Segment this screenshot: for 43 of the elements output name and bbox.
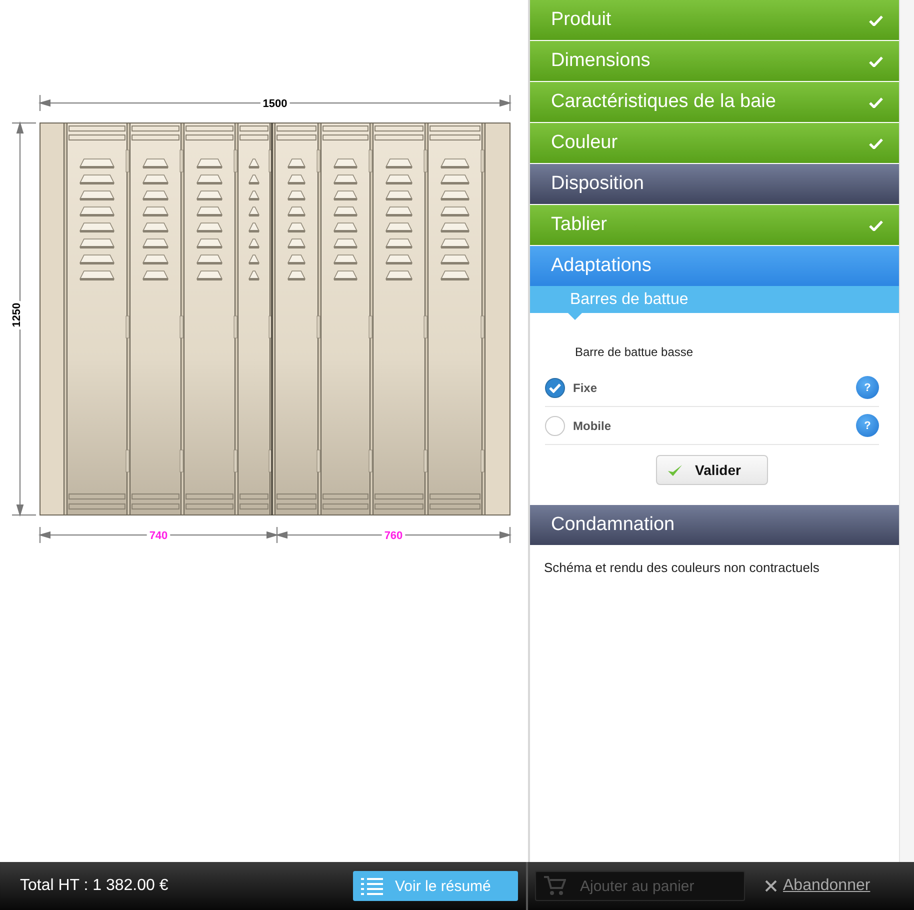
pointer-arrow xyxy=(568,313,582,320)
validate-button[interactable]: Valider xyxy=(656,455,768,485)
step-header[interactable]: Adaptations xyxy=(530,246,900,286)
cancel-link[interactable]: Abandonner xyxy=(783,877,870,895)
dimension-label: 1500 xyxy=(262,98,288,110)
radio-button[interactable] xyxy=(545,416,565,436)
list-icon xyxy=(361,877,383,895)
step-title: Tablier xyxy=(551,214,607,236)
step-title: Dimensions xyxy=(551,50,650,72)
step-header[interactable]: Condamnation xyxy=(530,505,900,546)
step-title: Produit xyxy=(551,9,612,31)
disclaimer-text: Schéma et rendu des couleurs non contractuels xyxy=(543,559,820,577)
check-icon xyxy=(667,464,684,476)
option-label: Fixe xyxy=(573,380,598,394)
check-icon xyxy=(869,96,884,108)
step-header[interactable]: Tablier xyxy=(530,205,900,246)
step-title: Couleur xyxy=(551,132,618,154)
total-price: Total HT : 1 382.00 € xyxy=(20,877,168,895)
option-label: Mobile xyxy=(573,418,612,432)
check-icon xyxy=(869,14,884,26)
substep-header[interactable]: Barres de battue xyxy=(530,286,900,313)
step-header[interactable]: Couleur xyxy=(530,123,900,164)
step-header[interactable]: Produit xyxy=(530,0,900,41)
scrollbar[interactable] xyxy=(899,0,914,862)
dimension-label: 1250 xyxy=(11,302,23,328)
check-icon xyxy=(869,56,884,66)
step-title: Adaptations xyxy=(551,255,652,277)
help-button[interactable]: ? xyxy=(856,414,880,437)
summary-button[interactable]: Voir le résumé xyxy=(353,871,518,901)
group-label: Barre de battue basse xyxy=(574,345,694,359)
help-button[interactable]: ? xyxy=(856,376,880,399)
step-title: Condamnation xyxy=(551,514,675,536)
check-icon xyxy=(869,138,884,148)
close-icon xyxy=(765,880,777,892)
cart-icon xyxy=(544,876,566,896)
step-title: Disposition xyxy=(551,173,644,195)
step-header[interactable]: Disposition xyxy=(530,164,900,205)
check-icon xyxy=(869,220,884,230)
step-header[interactable]: Caractéristiques de la baie xyxy=(530,82,900,123)
radio-button[interactable] xyxy=(545,378,565,398)
check-icon xyxy=(549,382,561,392)
step-header[interactable]: Dimensions xyxy=(530,41,900,82)
step-title: Caractéristiques de la baie xyxy=(551,91,776,113)
